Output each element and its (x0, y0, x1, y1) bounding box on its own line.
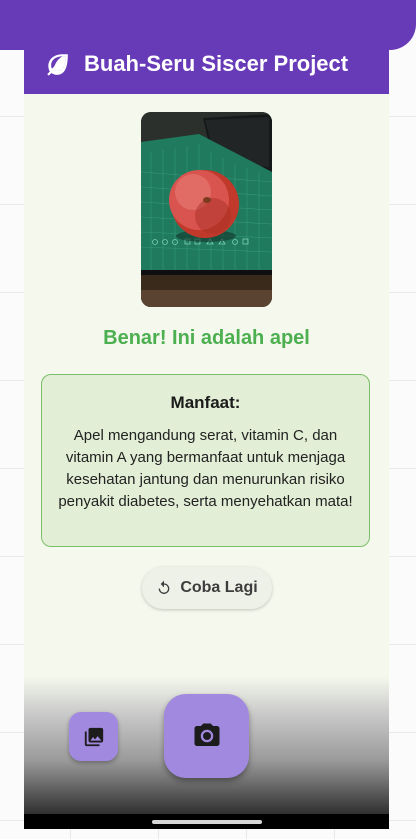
gallery-icon (84, 727, 103, 746)
prediction-result: Benar! Ini adalah apel (103, 327, 310, 349)
camera-button[interactable] (164, 694, 249, 778)
refresh-icon (158, 580, 170, 594)
benefit-title: Manfaat: (170, 393, 241, 412)
gallery-button[interactable] (69, 712, 118, 761)
benefit-text: Apel mengandung serat, vitamin C, dan vi… (58, 427, 353, 510)
leaf-icon (47, 54, 68, 76)
app-screen: Buah-Seru Siscer Project Benar! Ini adal… (24, 34, 389, 829)
camera-icon (194, 723, 219, 746)
benefit-card: Manfaat: Apel mengandung serat, vitamin … (41, 374, 370, 547)
app-bar: Buah-Seru Siscer Project (24, 34, 389, 94)
app-title: Buah-Seru Siscer Project (84, 51, 349, 76)
captured-photo (141, 112, 272, 307)
apple-photo (141, 112, 272, 307)
retry-button[interactable]: Coba Lagi (142, 567, 272, 609)
retry-label: Coba Lagi (180, 579, 258, 596)
home-indicator[interactable] (152, 820, 262, 824)
